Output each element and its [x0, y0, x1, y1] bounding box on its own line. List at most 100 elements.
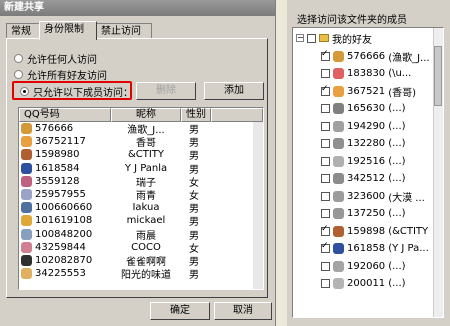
friend-tree[interactable]: − 我的好友 576666(渔歌_J... 183830(\u...367521(… [292, 27, 444, 318]
member-list[interactable]: QQ号码 昵称 性别 576666 渔歌_J... 男 36752117 香哥男 1598… [18, 107, 264, 290]
table-row[interactable]: 3559128 瑞子女 [19, 175, 263, 189]
table-row[interactable]: 43259844 COCO 女 [19, 241, 263, 255]
table-row[interactable]: 100660660 Iakua 男 [19, 201, 263, 215]
avatar-icon [333, 120, 344, 132]
cell-qq: 36752117 [19, 136, 111, 148]
tree-friend-item[interactable]: 323600 (大漠 ... [321, 188, 425, 204]
tab-general[interactable]: 常规 [6, 23, 40, 39]
member-rows: 576666 渔歌_J... 男 36752117 香哥男 1598980 &CTITY 男 1… [19, 122, 263, 282]
table-row[interactable]: 34225553 阳光的味道 男 [19, 267, 263, 282]
friend-qq: 323600 [347, 190, 386, 202]
friend-nick: (Y J Pa... [388, 243, 429, 254]
friend-checkbox[interactable] [321, 224, 330, 236]
avatar-icon [333, 208, 344, 219]
cell-qq: 25957955 [19, 189, 111, 201]
radio-circle[interactable] [14, 53, 23, 63]
avatar-icon [333, 68, 344, 79]
table-row[interactable]: 25957955 雨青女 [19, 188, 263, 202]
ok-button[interactable]: 确定 [150, 302, 210, 320]
qq-number: 1618584 [35, 162, 80, 174]
radio-circle[interactable] [14, 69, 23, 79]
tree-friend-item[interactable]: 192516 (...) [321, 153, 406, 169]
avatar-icon [21, 268, 32, 280]
friend-checkbox[interactable] [321, 156, 330, 166]
table-row[interactable]: 576666 渔歌_J... 男 [19, 122, 263, 136]
friend-checkbox[interactable] [321, 279, 330, 288]
friend-checkbox[interactable] [321, 174, 330, 183]
radio-allow-all-friends[interactable]: 允许所有好友访问 [14, 67, 107, 82]
delete-button[interactable]: 删除 [136, 82, 196, 100]
dialog-title: 新建共享 [0, 0, 275, 16]
avatar-icon [21, 149, 32, 161]
column-nick[interactable]: 昵称 [111, 108, 181, 122]
friend-nick: (...) [388, 278, 406, 289]
friend-checkbox[interactable] [321, 84, 330, 96]
tree-friend-item[interactable]: 161858(Y J Pa... [321, 241, 429, 257]
tree-friend-item[interactable]: 132280 (...) [321, 136, 406, 152]
group-checkbox[interactable] [307, 33, 316, 43]
radio-label: 允许所有好友访问 [27, 70, 107, 82]
friend-checkbox[interactable] [321, 69, 330, 78]
tree-friend-item[interactable]: 194290 (...) [321, 118, 406, 134]
tree-friend-item[interactable]: 159898(&CTITY [321, 223, 428, 239]
scroll-thumb[interactable] [434, 46, 442, 106]
qq-number: 1598980 [35, 149, 80, 161]
friend-qq: 342512 [347, 173, 386, 184]
radio-allow-anyone[interactable]: 允许任何人访问 [14, 51, 97, 66]
avatar-icon [21, 215, 32, 227]
tab-deny-access[interactable]: 禁止访问 [96, 23, 152, 39]
add-button[interactable]: 添加 [204, 82, 264, 100]
tab-identity-restriction[interactable]: 身份限制 [39, 21, 97, 40]
friend-checkbox[interactable] [321, 121, 330, 131]
avatar-icon [333, 155, 344, 167]
radio-circle[interactable] [20, 86, 29, 96]
tree-friend-item[interactable]: 367521(香哥) [321, 83, 416, 99]
friend-checkbox[interactable] [321, 261, 330, 271]
friend-checkbox[interactable] [321, 139, 330, 148]
column-filler [211, 108, 263, 122]
friend-checkbox[interactable] [321, 49, 330, 61]
table-row[interactable]: 101619108 mickael 男 [19, 214, 263, 228]
friend-qq: 183830 [347, 68, 386, 79]
friend-nick: (...) [388, 120, 406, 132]
collapse-icon[interactable]: − [296, 34, 304, 42]
table-row[interactable]: 1618584 Y J Panla 男 [19, 162, 263, 176]
avatar-icon [333, 190, 344, 202]
tree-scrollbar[interactable] [433, 28, 443, 317]
picker-caption: 选择访问该文件夹的成员 [297, 15, 407, 26]
cancel-button[interactable]: 取消 [214, 302, 272, 320]
column-qq[interactable]: QQ号码 [19, 108, 111, 122]
list-header: QQ号码 昵称 性别 [19, 108, 263, 122]
friend-checkbox[interactable] [321, 191, 330, 201]
friend-checkbox[interactable] [321, 104, 330, 113]
friend-checkbox[interactable] [321, 209, 330, 218]
tree-friend-item[interactable]: 183830 (\u... [321, 66, 411, 82]
qq-number: 100848200 [35, 228, 93, 240]
friend-nick: (渔歌_J... [388, 52, 430, 64]
tree-friend-item[interactable]: 137250 (...) [321, 206, 406, 222]
radio-label: 只允许以下成员访问： [33, 87, 133, 99]
tree-friend-item[interactable]: 200011 (...) [321, 276, 406, 292]
table-row[interactable]: 36752117 香哥男 [19, 135, 263, 149]
avatar-icon [21, 175, 32, 187]
table-row[interactable]: 100848200 雨晨男 [19, 228, 263, 242]
avatar-icon [333, 103, 344, 114]
list-scrollbar[interactable] [253, 122, 263, 289]
qq-number: 25957955 [35, 189, 86, 201]
column-sex[interactable]: 性别 [181, 108, 211, 122]
cell-nick: Iakua [132, 202, 160, 214]
cell-qq: 1618584 [19, 162, 111, 174]
tree-friend-item[interactable]: 342512 (...) [321, 171, 406, 187]
friend-nick: (...) [388, 260, 406, 272]
tree-group-my-friends[interactable]: − 我的好友 [296, 30, 372, 46]
friend-checkbox[interactable] [321, 241, 330, 253]
cell-nick: 雨晨 [136, 230, 156, 242]
tree-friend-item[interactable]: 576666(渔歌_J... [321, 48, 430, 64]
radio-only-members[interactable]: 只允许以下成员访问： [20, 84, 133, 99]
table-row[interactable]: 1598980 &CTITY 男 [19, 148, 263, 162]
tree-friend-item[interactable]: 192060 (...) [321, 258, 406, 274]
qq-number: 34225553 [35, 268, 86, 280]
cell-nick: 阳光的味道 [121, 270, 171, 282]
table-row[interactable]: 102082870 雀雀啊啊男 [19, 254, 263, 268]
tree-friend-item[interactable]: 165630 (...) [321, 101, 406, 117]
